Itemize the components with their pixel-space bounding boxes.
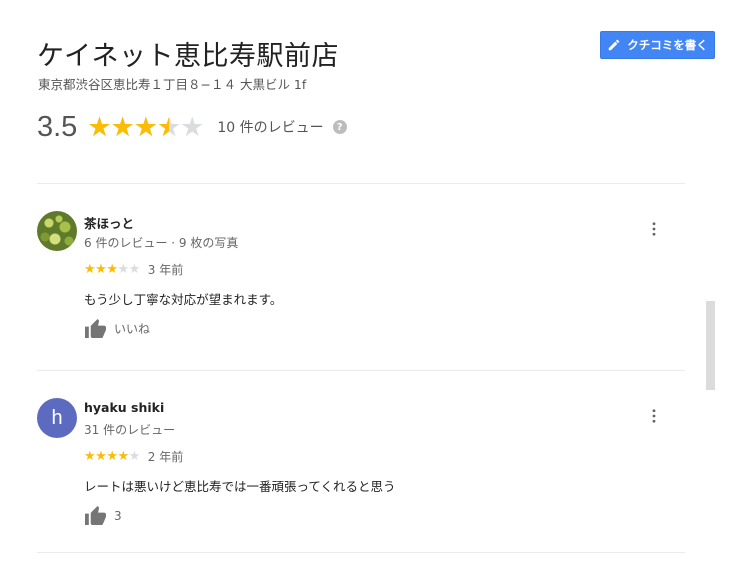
place-address: 東京都渋谷区恵比寿１丁目８−１４ 大黒ビル 1f (38, 77, 307, 92)
review-count[interactable]: 10 件のレビュー (217, 117, 323, 137)
rating-summary: 3.5 ★★★★★ ★★★★★ 10 件のレビュー ? (37, 109, 347, 145)
rating-stars-filled: ★★★★★ (87, 113, 168, 141)
place-title: ケイネット恵比寿駅前店 (37, 41, 339, 72)
star-filled-icon: ★ (95, 449, 107, 464)
rating-stars: ★★★★★ ★★★★★ (87, 113, 204, 141)
rating-value: 3.5 (37, 110, 78, 143)
write-review-label: クチコミを書く (627, 38, 708, 52)
more-options-button[interactable] (646, 221, 662, 237)
help-icon[interactable]: ? (332, 120, 347, 134)
divider (37, 552, 685, 553)
star-filled-icon: ★ (95, 262, 107, 277)
like-count: 3 (114, 508, 122, 523)
like-button[interactable]: 3 (84, 505, 122, 526)
review-rating: ★★★★★ 3 年前 (84, 261, 183, 278)
star-empty-icon: ★ (117, 262, 129, 277)
star-filled-icon: ★ (84, 262, 96, 277)
review-text: レートは悪いけど恵比寿では一番頑張ってくれると思う (84, 479, 396, 494)
star-empty-icon: ★ (128, 449, 141, 464)
reviewer-meta: 6 件のレビュー · 9 枚の写真 (84, 236, 239, 250)
reviewer-avatar[interactable]: h (37, 398, 77, 438)
reviewer-avatar[interactable] (37, 211, 77, 251)
review-time: 2 年前 (147, 450, 184, 464)
reviewer-meta: 31 件のレビュー (84, 423, 176, 437)
reviewer-name[interactable]: hyaku shiki (84, 400, 164, 415)
divider (37, 370, 685, 371)
reviewer-name[interactable]: 茶ほっと (84, 213, 134, 232)
thumbs-up-icon (85, 318, 106, 339)
star-filled-icon: ★ (84, 449, 96, 464)
review-rating: ★★★★★ 2 年前 (84, 448, 183, 465)
scrollbar-thumb[interactable] (706, 301, 715, 390)
more-options-button[interactable] (646, 408, 662, 424)
more-vert-icon (652, 222, 656, 236)
star-filled-icon: ★ (117, 449, 129, 464)
star-empty-icon: ★ (128, 262, 141, 277)
like-button[interactable]: いいね (84, 318, 150, 339)
like-label: いいね (114, 322, 151, 336)
thumbs-up-icon (85, 505, 106, 526)
write-review-button[interactable]: クチコミを書く (600, 31, 715, 59)
review-text: もう少し丁寧な対応が望まれます。 (84, 292, 283, 307)
pencil-icon (609, 39, 620, 51)
star-filled-icon: ★ (106, 449, 118, 464)
star-filled-icon: ★ (106, 262, 118, 277)
review-stars: ★★★★★ (84, 450, 140, 463)
divider (37, 183, 685, 184)
review-stars: ★★★★★ (84, 263, 140, 276)
more-vert-icon (652, 409, 656, 423)
review-time: 3 年前 (147, 263, 184, 277)
